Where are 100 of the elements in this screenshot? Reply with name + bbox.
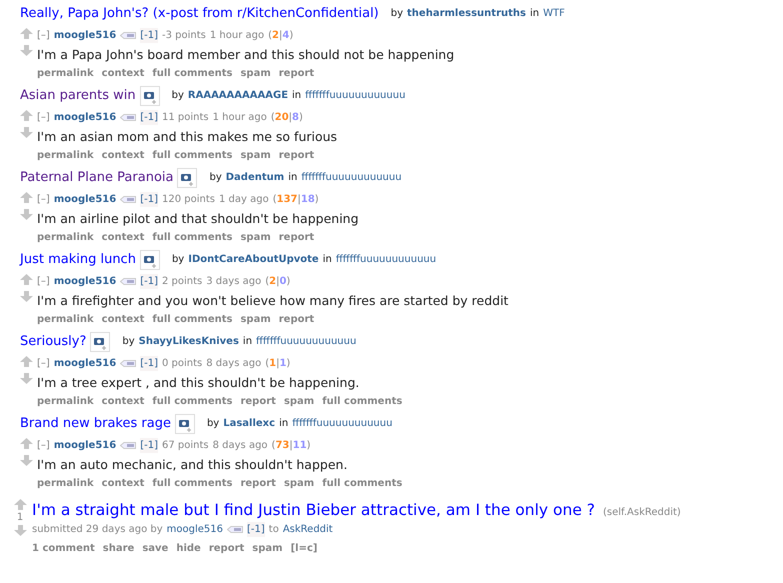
action-link[interactable]: full comments [152, 394, 232, 408]
action-link[interactable]: permalink [37, 230, 94, 244]
action-link[interactable]: full comments [322, 476, 402, 490]
post-title-link[interactable]: Paternal Plane Paranoia [20, 168, 174, 188]
action-link[interactable]: context [102, 394, 144, 408]
author-link[interactable]: IDontCareAboutUpvote [188, 252, 319, 267]
action-link[interactable]: save [142, 540, 168, 556]
action-link[interactable]: spam [240, 230, 271, 244]
action-link[interactable]: permalink [37, 394, 94, 408]
tag-icon[interactable] [120, 360, 136, 366]
action-link[interactable]: report [278, 148, 314, 162]
upvote-icon[interactable] [20, 438, 33, 448]
collapse-toggle[interactable]: [–] [37, 28, 50, 42]
post-title-link[interactable]: Asian parents win [20, 86, 136, 106]
action-link[interactable]: share [102, 540, 134, 556]
action-link[interactable]: spam [284, 394, 314, 408]
author-link[interactable]: Dadentum [226, 170, 284, 185]
thumbnail-icon[interactable] [177, 168, 198, 188]
action-link[interactable]: full comments [322, 394, 402, 408]
action-link[interactable]: permalink [37, 476, 94, 490]
action-link[interactable]: [l=c] [290, 540, 318, 556]
action-link[interactable]: spam [252, 540, 283, 556]
downvote-icon[interactable] [20, 372, 33, 384]
action-link[interactable]: context [102, 148, 144, 162]
subreddit-link[interactable]: fffffffuuuuuuuuuuuu [256, 334, 356, 349]
action-link[interactable]: full comments [152, 312, 232, 326]
author-link[interactable]: moogle516 [166, 522, 224, 537]
subreddit-link[interactable]: WTF [543, 6, 565, 22]
post-title-link[interactable]: Just making lunch [20, 250, 136, 270]
action-link[interactable]: report [278, 230, 314, 244]
collapse-toggle[interactable]: [–] [37, 192, 50, 206]
action-link[interactable]: spam [240, 312, 271, 326]
upvote-count: 137 [276, 194, 298, 204]
action-link[interactable]: context [102, 66, 144, 80]
tag-icon[interactable] [120, 278, 136, 284]
action-link[interactable]: hide [176, 540, 201, 556]
thumbnail-icon[interactable] [90, 332, 110, 352]
action-link[interactable]: full comments [152, 476, 232, 490]
post-title-link[interactable]: I'm a straight male but I find Justin Bieber attractive, am I the only one ? [32, 498, 596, 522]
thumbnail-icon[interactable] [174, 414, 195, 434]
post-title-link[interactable]: Seriously? [20, 332, 86, 352]
downvote-icon[interactable] [20, 126, 33, 138]
downvote-icon[interactable] [14, 524, 26, 536]
tag-icon[interactable] [120, 442, 136, 448]
action-link[interactable]: context [102, 476, 144, 490]
author-link[interactable]: moogle516 [54, 438, 116, 452]
subreddit-link[interactable]: fffffffuuuuuuuuuuuu [305, 88, 406, 103]
action-link[interactable]: report [240, 476, 276, 490]
collapse-toggle[interactable]: [–] [37, 356, 50, 370]
author-link[interactable]: moogle516 [54, 274, 116, 288]
tag-icon[interactable] [227, 526, 244, 533]
author-link[interactable]: moogle516 [54, 192, 116, 206]
collapse-toggle[interactable]: [–] [37, 438, 50, 452]
action-link[interactable]: spam [240, 148, 271, 162]
action-link[interactable]: context [102, 312, 144, 326]
subreddit-link[interactable]: fffffffuuuuuuuuuuuu [301, 170, 402, 185]
subreddit-link[interactable]: fffffffuuuuuuuuuuuu [336, 252, 436, 267]
downvote-icon[interactable] [20, 290, 33, 302]
author-link[interactable]: moogle516 [54, 110, 116, 124]
author-link[interactable]: Lasallexc [223, 416, 276, 431]
author-link[interactable]: ShayyLikesKnives [138, 334, 239, 349]
subreddit-link[interactable]: AskReddit [282, 522, 333, 537]
action-link[interactable]: permalink [37, 66, 94, 80]
action-link[interactable]: 1 comment [32, 540, 95, 556]
action-link[interactable]: report [278, 66, 314, 80]
action-link[interactable]: spam [284, 476, 314, 490]
action-link[interactable]: full comments [152, 230, 232, 244]
downvote-icon[interactable] [20, 208, 33, 220]
collapse-toggle[interactable]: [–] [37, 110, 50, 124]
action-link[interactable]: permalink [37, 148, 94, 162]
collapse-toggle[interactable]: [–] [37, 274, 50, 288]
thumbnail-icon[interactable] [140, 86, 160, 106]
action-link[interactable]: report [278, 312, 314, 326]
tag-icon[interactable] [120, 196, 136, 202]
action-link[interactable]: permalink [37, 312, 94, 326]
subreddit-link[interactable]: fffffffuuuuuuuuuuuu [292, 416, 392, 431]
action-link[interactable]: context [102, 230, 144, 244]
action-link[interactable]: report [208, 540, 244, 556]
author-link[interactable]: moogle516 [54, 28, 116, 42]
post-title-link[interactable]: Brand new brakes rage [20, 414, 171, 434]
action-link[interactable]: full comments [152, 66, 232, 80]
upvote-icon[interactable] [14, 498, 26, 510]
author-link[interactable]: RAAAAAAAAAAGE [188, 88, 288, 103]
vote-bracket: ) [299, 112, 303, 122]
upvote-icon[interactable] [20, 192, 33, 202]
action-link[interactable]: spam [240, 66, 271, 80]
tag-icon[interactable] [120, 114, 136, 120]
action-link[interactable]: report [240, 394, 276, 408]
post-title-link[interactable]: Really, Papa John's? (x-post from r/KitchenConfidential) [20, 4, 379, 24]
upvote-icon[interactable] [20, 110, 33, 120]
tag-icon[interactable] [120, 32, 136, 38]
upvote-icon[interactable] [20, 28, 33, 38]
action-link[interactable]: full comments [152, 148, 232, 162]
upvote-icon[interactable] [20, 356, 33, 366]
thumbnail-icon[interactable] [140, 250, 160, 270]
downvote-icon[interactable] [20, 44, 33, 56]
author-link[interactable]: theharmlessuntruths [407, 6, 526, 22]
upvote-icon[interactable] [20, 274, 33, 284]
author-link[interactable]: moogle516 [54, 356, 116, 370]
downvote-icon[interactable] [20, 454, 33, 466]
